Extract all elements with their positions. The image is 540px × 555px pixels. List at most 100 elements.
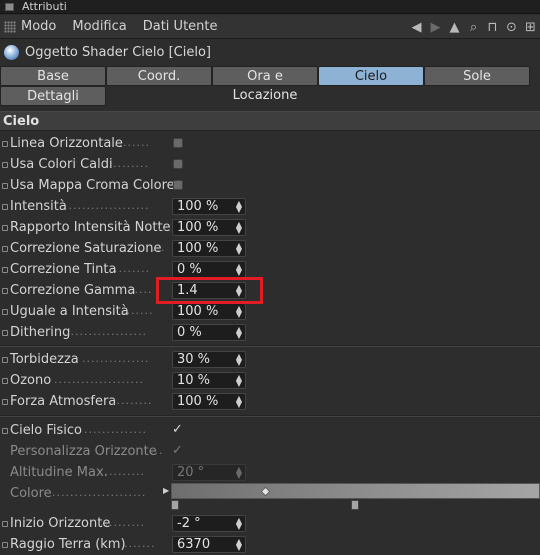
spinner-icon[interactable]: ▲ ▼	[236, 221, 242, 235]
leader-dots: ....................	[54, 373, 144, 386]
animate-bullet[interactable]	[2, 357, 8, 363]
param-usa-mappa-croma: Usa Mappa Croma Colore	[0, 175, 540, 196]
leader-dots: ..................	[66, 325, 147, 338]
menu-dati-utente[interactable]: Dati Utente	[143, 19, 218, 34]
menu-modifica[interactable]: Modifica	[72, 19, 126, 34]
forza-atmosfera-field[interactable]: 100 % ▲ ▼	[172, 393, 246, 410]
tab-dettagli[interactable]: Dettagli	[0, 86, 106, 106]
animate-bullet[interactable]	[2, 141, 8, 147]
window-icon	[5, 3, 14, 11]
arrow-left-icon[interactable]: ◀	[407, 20, 426, 35]
search-icon[interactable]: ⌕	[464, 20, 483, 35]
animate-bullet[interactable]	[2, 399, 8, 405]
animate-bullet[interactable]	[2, 204, 8, 210]
param-correzione-gamma: Correzione Gamma ..... 1.4 ▲ ▼	[0, 280, 540, 301]
gradient-knot-right[interactable]	[351, 500, 359, 510]
animate-bullet[interactable]	[2, 428, 8, 434]
correzione-tinta-field[interactable]: 0 % ▲ ▼	[172, 261, 246, 278]
animate-bullet[interactable]	[2, 521, 8, 527]
tab-sole[interactable]: Sole	[424, 66, 530, 86]
spinner-icon[interactable]: ▲ ▼	[236, 326, 242, 340]
param-rapporto-intensita-notte: Rapporto Intensità Notte .. 100 % ▲▼	[0, 217, 540, 238]
param-uguale-a-intensita: Uguale a Intensità ....... 100 % ▲ ▼	[0, 301, 540, 322]
tab-ora-e-locazione[interactable]: Ora e Locazione	[212, 66, 318, 103]
animate-bullet[interactable]	[2, 330, 8, 336]
leader-dots: ........	[114, 136, 150, 149]
param-label: Personalizza Orizzonte	[10, 444, 157, 459]
window-titlebar: Attributi	[0, 0, 540, 14]
add-icon[interactable]: ⊞	[521, 20, 540, 35]
spinner-icon[interactable]: ▲ ▼	[236, 466, 242, 480]
animate-bullet[interactable]	[2, 378, 8, 384]
spinner-icon[interactable]: ▲ ▼	[236, 242, 242, 256]
param-label: Ozono	[10, 373, 52, 388]
param-dithering: Dithering .................. 0 % ▲ ▼	[0, 322, 540, 343]
usa-colori-caldi-checkbox[interactable]	[173, 159, 183, 169]
target-icon[interactable]: ⊙	[502, 20, 521, 35]
animate-bullet[interactable]	[2, 225, 8, 231]
inizio-orizzonte-field[interactable]: -2 ° ▲ ▼	[172, 515, 246, 532]
param-intensita: Intensità ................... 100 % ▲ ▼	[0, 196, 540, 217]
spinner-icon[interactable]: ▲ ▼	[236, 538, 242, 552]
param-raggio-terra: Raggio Terra (km) ....... 6370 ▲ ▼	[0, 534, 540, 555]
gradient-knot-left[interactable]	[171, 500, 179, 510]
leader-dots: ..............	[84, 423, 147, 436]
animate-bullet[interactable]	[2, 288, 8, 294]
spinner-icon[interactable]: ▲ ▼	[236, 305, 242, 319]
param-label: Inizio Orizzonte	[10, 516, 111, 531]
cielo-fisico-checkbox[interactable]: ✓	[172, 421, 183, 439]
leader-dots: ...	[152, 241, 166, 254]
param-forza-atmosfera: Forza Atmosfera ......... 100 % ▲ ▼	[0, 391, 540, 412]
animate-bullet[interactable]	[2, 309, 8, 315]
personalizza-orizzonte-checkbox[interactable]: ✓	[172, 442, 183, 460]
field-value: -2 °	[177, 516, 201, 531]
spinner-icon[interactable]: ▲ ▼	[236, 353, 242, 367]
usa-mappa-croma-checkbox[interactable]	[173, 180, 183, 190]
tab-base[interactable]: Base	[0, 66, 106, 86]
spinner-icon[interactable]: ▲ ▼	[236, 517, 242, 531]
linea-orizzontale-checkbox[interactable]	[173, 138, 183, 148]
intensita-field[interactable]: 100 % ▲ ▼	[172, 198, 246, 215]
torbidezza-field[interactable]: 30 % ▲ ▼	[172, 351, 246, 368]
correzione-saturazione-field[interactable]: 100 % ▲ ▼	[172, 240, 246, 257]
arrow-right-icon[interactable]: ▶	[426, 20, 445, 35]
window-title: Attributi	[22, 0, 67, 13]
field-value: 10 %	[177, 373, 211, 388]
lock-icon[interactable]: ⊓	[483, 20, 502, 35]
param-usa-colori-caldi: Usa Colori Caldi ........	[0, 154, 540, 175]
param-label: Usa Colori Caldi	[10, 157, 113, 172]
param-label: Altitudine Max.	[10, 465, 108, 480]
spinner-icon[interactable]: ▲ ▼	[236, 374, 242, 388]
spinner-icon[interactable]: ▲ ▼	[236, 395, 242, 409]
animate-bullet[interactable]	[2, 183, 8, 189]
arrow-up-icon[interactable]: ▲	[445, 20, 464, 35]
sky-shader-icon	[4, 44, 19, 60]
expand-arrow-icon[interactable]: ▶	[163, 486, 169, 495]
altitudine-max-field[interactable]: 20 ° ▲ ▼	[172, 464, 246, 481]
param-correzione-saturazione: Correzione Saturazione ... 100 % ▲ ▼	[0, 238, 540, 259]
animate-bullet[interactable]	[2, 542, 8, 548]
uguale-a-intensita-field[interactable]: 100 % ▲ ▼	[172, 303, 246, 320]
grip-icon[interactable]	[4, 20, 16, 33]
field-value: 20 °	[177, 465, 205, 480]
colore-gradient[interactable]	[171, 483, 540, 499]
dithering-field[interactable]: 0 % ▲ ▼	[172, 324, 246, 341]
rapporto-field[interactable]: 100 % ▲ ▼	[172, 219, 246, 236]
leader-dots: .......	[124, 537, 156, 550]
param-label: Intensità	[10, 199, 67, 214]
raggio-terra-field[interactable]: 6370 ▲ ▼	[172, 536, 246, 553]
animate-bullet[interactable]	[2, 267, 8, 273]
menu-modo[interactable]: Modo	[21, 19, 56, 34]
param-label: Rapporto Intensità Notte	[10, 220, 171, 235]
param-label: Correzione Gamma	[10, 283, 136, 298]
leader-dots: ..	[158, 220, 166, 233]
tab-cielo[interactable]: Cielo	[318, 66, 424, 86]
spinner-icon[interactable]: ▲ ▼	[236, 263, 242, 277]
ozono-field[interactable]: 10 % ▲ ▼	[172, 372, 246, 389]
param-linea-orizzontale: Linea Orizzontale ........	[0, 133, 540, 154]
animate-bullet[interactable]	[2, 162, 8, 168]
tab-coord[interactable]: Coord.	[106, 66, 212, 86]
animate-bullet[interactable]	[2, 246, 8, 252]
leader-dots: ........	[113, 157, 149, 170]
spinner-icon[interactable]: ▲ ▼	[236, 200, 242, 214]
